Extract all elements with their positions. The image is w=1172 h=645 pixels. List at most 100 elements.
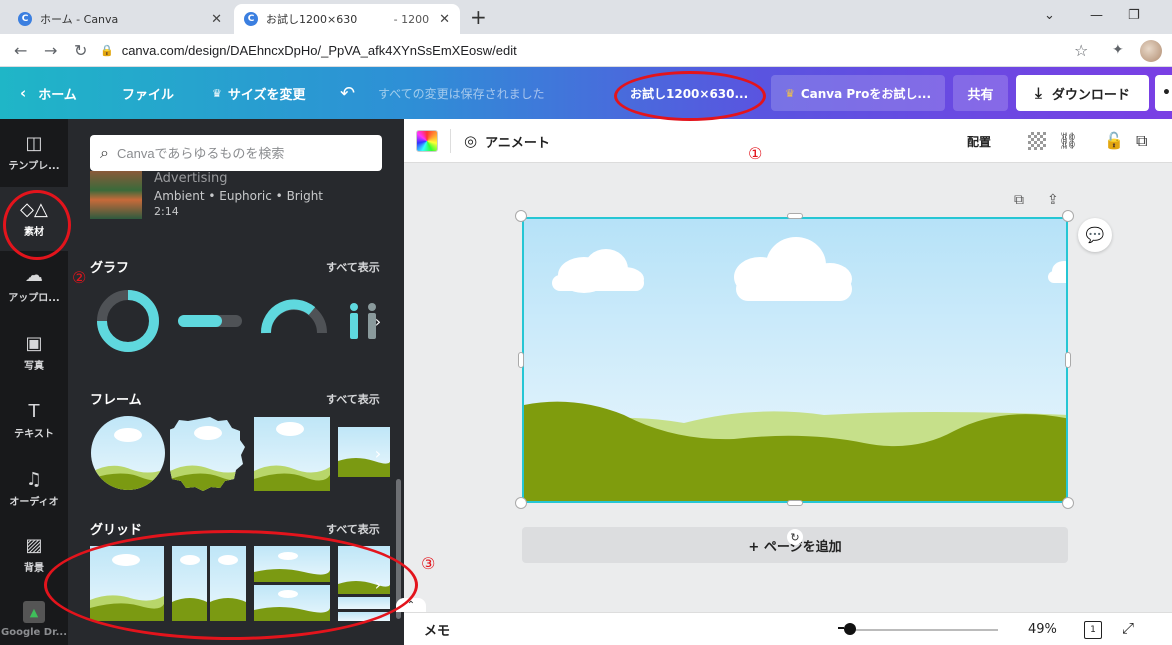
link-icon[interactable]: ⛓ bbox=[1058, 131, 1078, 150]
next-arrow-icon[interactable]: › bbox=[366, 441, 390, 465]
rail-item-text[interactable]: T テキスト bbox=[0, 389, 68, 453]
browser-tab-home[interactable]: C ホーム - Canva ✕ bbox=[8, 4, 232, 34]
resize-handle-left[interactable] bbox=[518, 352, 524, 368]
duplicate-icon[interactable]: ⧉ bbox=[1136, 131, 1147, 151]
profile-avatar[interactable] bbox=[1140, 40, 1162, 62]
resize-handle-right[interactable] bbox=[1065, 352, 1071, 368]
rail-label: Google Dr... bbox=[1, 627, 67, 638]
zoom-level[interactable]: 49% bbox=[1028, 613, 1057, 645]
reload-icon[interactable]: ↻ bbox=[74, 41, 87, 60]
frame-thumbnails[interactable] bbox=[90, 415, 391, 491]
crown-icon: ♛ bbox=[784, 86, 795, 100]
donut-chart-thumbnail bbox=[97, 290, 159, 352]
graph-row: › bbox=[90, 287, 390, 359]
lock-icon[interactable]: 🔓 bbox=[1104, 131, 1124, 150]
animate-button[interactable]: ◎ アニメート bbox=[464, 119, 550, 163]
resize-label: サイズを変更 bbox=[227, 87, 306, 103]
lock-icon: 🔒 bbox=[100, 44, 114, 57]
download-label: ダウンロード bbox=[1051, 87, 1130, 103]
download-button[interactable]: ⤓ ダウンロード bbox=[1016, 75, 1149, 111]
page-count-button[interactable]: 1 bbox=[1084, 621, 1102, 639]
canva-favicon-icon: C bbox=[18, 12, 32, 26]
close-tab-icon[interactable]: ✕ bbox=[211, 12, 222, 27]
audio-tags: Ambient • Euphoric • Bright bbox=[154, 189, 324, 203]
section-title-frame: フレーム bbox=[90, 393, 142, 408]
see-all-graph-link[interactable]: すべて表示 bbox=[326, 259, 380, 275]
notes-button[interactable]: メモ bbox=[424, 613, 450, 645]
photo-icon: ▣ bbox=[25, 332, 43, 354]
design-canvas[interactable] bbox=[522, 217, 1068, 503]
audio-icon: ♫ bbox=[25, 468, 43, 490]
close-tab-icon[interactable]: ✕ bbox=[439, 12, 450, 27]
rail-label: 写真 bbox=[24, 360, 44, 372]
animate-label: アニメート bbox=[485, 135, 550, 151]
arrange-button[interactable]: 配置 bbox=[967, 119, 991, 163]
pro-label: Canva Proをお試し... bbox=[800, 86, 932, 101]
minimize-icon[interactable]: — bbox=[1090, 8, 1103, 23]
zoom-slider-knob[interactable] bbox=[844, 623, 856, 635]
annotation-ellipse-grid bbox=[44, 530, 418, 640]
next-arrow-icon[interactable]: › bbox=[366, 309, 390, 333]
toolbar-divider bbox=[450, 129, 451, 153]
scalloped-frame-thumbnail bbox=[170, 417, 245, 491]
file-menu[interactable]: ファイル bbox=[122, 67, 174, 119]
resize-handle-bottom[interactable] bbox=[787, 500, 803, 506]
template-icon: ◫ bbox=[25, 132, 43, 154]
annotation-ellipse-title bbox=[614, 71, 766, 121]
tab-title: ホーム - Canva bbox=[40, 13, 119, 26]
resize-handle-top[interactable] bbox=[787, 213, 803, 219]
color-picker-button[interactable] bbox=[416, 130, 438, 152]
undo-icon[interactable]: ↶ bbox=[340, 67, 355, 119]
resize-handle-top-left[interactable] bbox=[515, 210, 527, 222]
resize-handle-bottom-left[interactable] bbox=[515, 497, 527, 509]
fullscreen-icon[interactable]: ⤢ bbox=[1122, 619, 1134, 637]
crown-icon: ♛ bbox=[212, 86, 222, 100]
search-box[interactable]: ⌕ bbox=[90, 135, 382, 171]
try-canva-pro-button[interactable]: ♛ Canva Proをお試し... bbox=[771, 75, 945, 111]
browser-tab-design[interactable]: C お試し1200×630 - 1200 ✕ bbox=[234, 4, 460, 34]
rail-item-photos[interactable]: ▣ 写真 bbox=[0, 321, 68, 385]
see-all-grid-link[interactable]: すべて表示 bbox=[326, 521, 380, 537]
rail-label: テンプレ... bbox=[8, 160, 60, 172]
editor-toolbar: ◎ アニメート 配置 ⛓ 🔓 ⧉ bbox=[404, 119, 1172, 163]
browser-tab-bar: C ホーム - Canva ✕ C お試し1200×630 - 1200 ✕ +… bbox=[0, 0, 1172, 34]
resize-handle-bottom-right[interactable] bbox=[1062, 497, 1074, 509]
text-icon: T bbox=[28, 400, 40, 422]
audio-title: Advertising bbox=[154, 171, 228, 186]
forward-icon[interactable]: → bbox=[44, 41, 57, 60]
resize-button[interactable]: ♛ サイズを変更 bbox=[212, 67, 306, 119]
new-tab-icon[interactable]: + bbox=[470, 5, 487, 29]
resize-handle-top-right[interactable] bbox=[1062, 210, 1074, 222]
share-button[interactable]: 共有 bbox=[953, 75, 1008, 111]
chevron-left-icon: ‹ bbox=[20, 84, 27, 102]
rail-item-audio[interactable]: ♫ オーディオ bbox=[0, 457, 68, 521]
zoom-slider-track[interactable] bbox=[850, 629, 998, 631]
frame-row: › bbox=[90, 415, 391, 491]
add-comment-icon[interactable]: 💬 bbox=[1078, 218, 1112, 252]
back-icon[interactable]: ← bbox=[14, 41, 27, 60]
home-button[interactable]: ‹ ホーム bbox=[20, 67, 77, 119]
search-input[interactable] bbox=[116, 145, 357, 161]
url-field[interactable]: 🔒 canva.com/design/DAEhncxDpHo/_PpVA_afk… bbox=[100, 38, 1100, 63]
transparency-icon[interactable] bbox=[1028, 132, 1046, 150]
add-page-icon[interactable]: ⇪ bbox=[1047, 192, 1059, 208]
graph-thumbnails[interactable] bbox=[90, 287, 390, 359]
circle-frame-thumbnail bbox=[91, 416, 165, 490]
url-text: canva.com/design/DAEhncxDpHo/_PpVA_afk4X… bbox=[121, 43, 517, 58]
google-drive-icon: ▲ bbox=[23, 601, 45, 623]
extensions-icon[interactable]: ✦ bbox=[1112, 42, 1124, 58]
save-status: すべての変更は保存されました bbox=[378, 86, 545, 101]
see-all-frame-link[interactable]: すべて表示 bbox=[326, 391, 380, 407]
rail-item-templates[interactable]: ◫ テンプレ... bbox=[0, 121, 68, 185]
more-options-button[interactable]: • • bbox=[1155, 75, 1172, 111]
audio-item[interactable]: Advertising Ambient • Euphoric • Bright … bbox=[90, 171, 390, 219]
bookmark-star-icon[interactable]: ☆ bbox=[1074, 41, 1088, 60]
rotate-handle-icon[interactable]: ↻ bbox=[787, 529, 803, 545]
duplicate-page-icon[interactable]: ⧉ bbox=[1014, 192, 1024, 208]
section-title-grid: グリッド bbox=[90, 523, 143, 538]
audio-thumbnail bbox=[90, 171, 142, 219]
rail-item-uploads[interactable]: ☁ アップロ... bbox=[0, 253, 68, 317]
address-bar: ← → ↻ 🔒 canva.com/design/DAEhncxDpHo/_Pp… bbox=[0, 34, 1172, 67]
restore-icon[interactable]: ❐ bbox=[1128, 8, 1140, 23]
tab-search-icon[interactable]: ⌄ bbox=[1044, 8, 1055, 23]
